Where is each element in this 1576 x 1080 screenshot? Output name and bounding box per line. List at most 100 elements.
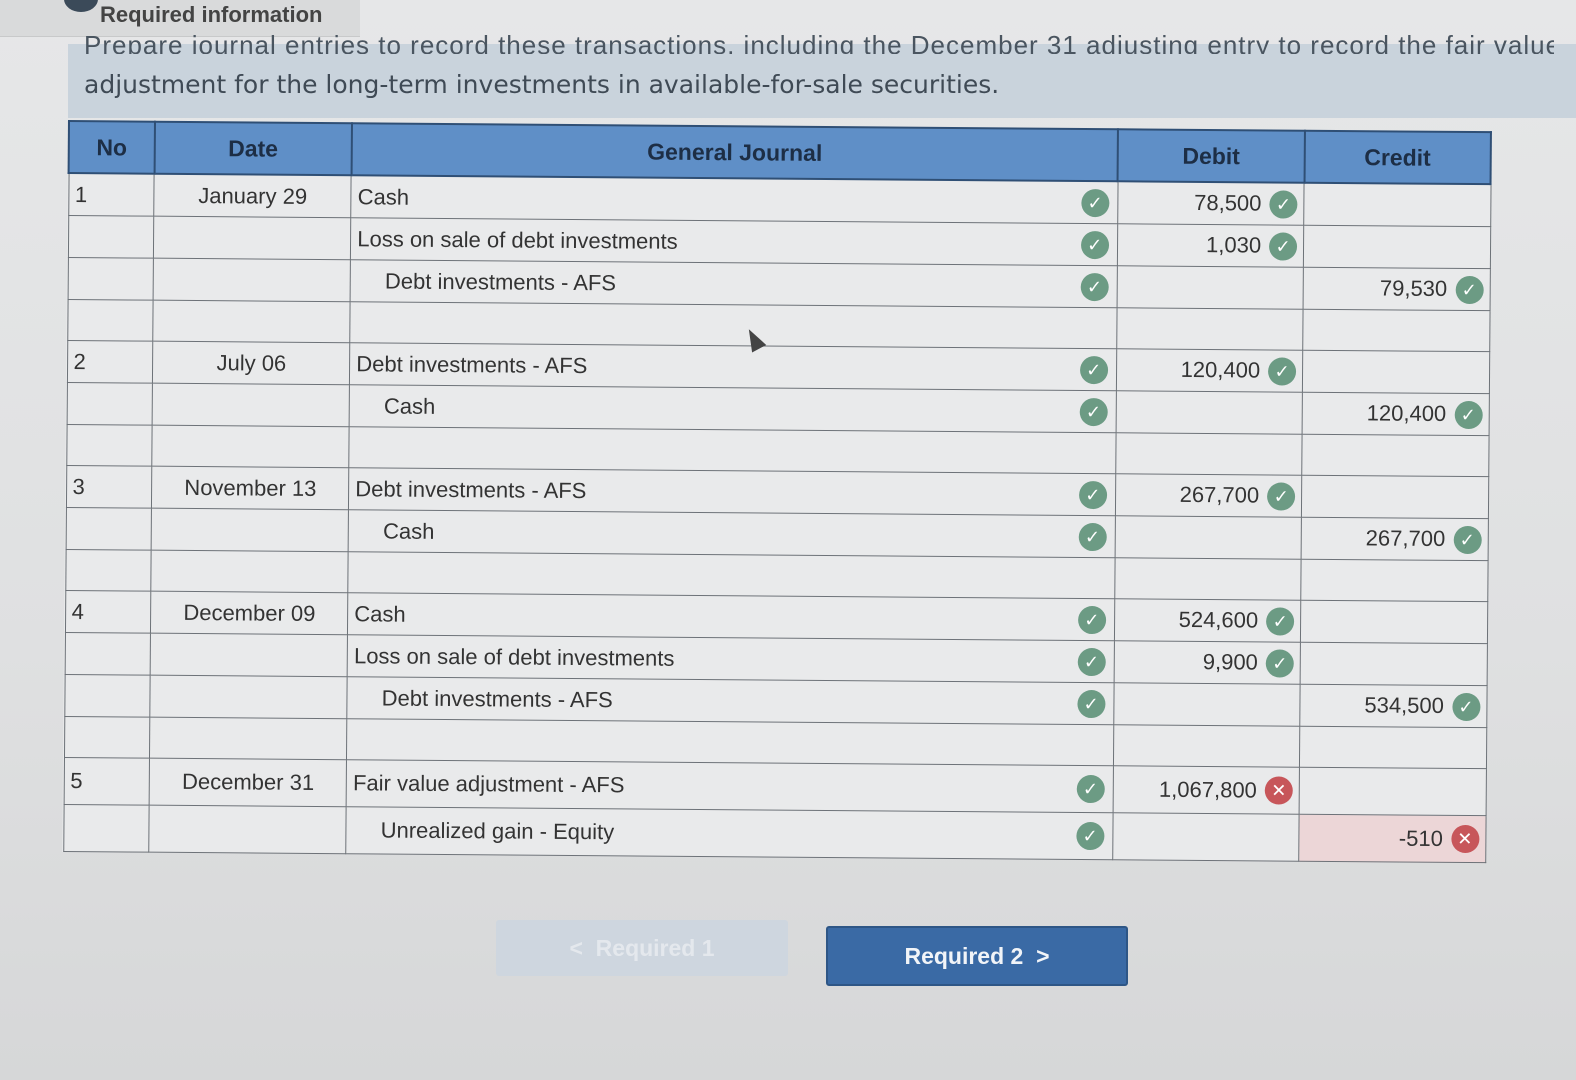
account-name: Debt investments - AFS	[356, 350, 588, 378]
entry-number-cell: 3	[65, 465, 153, 509]
account-cell[interactable]: Debt investments - AFS ✓	[350, 259, 1118, 308]
credit-cell[interactable]	[1302, 350, 1490, 394]
debit-amount: 524,600	[1178, 607, 1259, 633]
date-cell[interactable]	[153, 216, 351, 260]
debit-cell[interactable]: 1,030 ✓	[1117, 223, 1304, 268]
debit-cell[interactable]: 78,500 ✓	[1117, 181, 1305, 226]
debit-cell[interactable]: 267,700 ✓	[1115, 473, 1302, 518]
account-cell[interactable]: Loss on sale of debt investments ✓	[347, 634, 1115, 683]
credit-cell[interactable]	[1303, 182, 1491, 227]
debit-amount: 120,400	[1180, 357, 1261, 383]
credit-amount: 79,530	[1379, 275, 1448, 302]
date-cell[interactable]	[149, 805, 347, 854]
debit-cell[interactable]	[1116, 265, 1304, 310]
empty-cell[interactable]	[152, 425, 350, 468]
date-cell[interactable]: December 09	[150, 591, 349, 635]
debit-cell[interactable]	[1114, 515, 1302, 560]
debit-cell[interactable]: 120,400 ✓	[1116, 348, 1303, 393]
empty-cell[interactable]	[1113, 724, 1300, 768]
check-icon: ✓	[1076, 821, 1105, 851]
date-cell[interactable]	[150, 675, 348, 719]
credit-cell[interactable]: 534,500 ✓	[1299, 684, 1487, 728]
instruction-line-1: Prepare journal entries to record these …	[84, 30, 1554, 54]
account-name: Debt investments - AFS	[384, 267, 617, 295]
check-icon: ✓	[1266, 607, 1295, 636]
debit-cell[interactable]	[1113, 682, 1301, 727]
empty-cell[interactable]	[348, 551, 1115, 599]
account-cell[interactable]: Debt investments - AFS ✓	[349, 342, 1117, 391]
empty-cell[interactable]	[149, 717, 348, 760]
empty-cell[interactable]	[346, 718, 1114, 766]
empty-cell[interactable]	[65, 549, 152, 592]
entry-number-cell	[64, 632, 151, 676]
credit-cell[interactable]: 267,700 ✓	[1301, 517, 1488, 561]
account-cell[interactable]: Cash ✓	[349, 384, 1117, 433]
date-cell[interactable]	[151, 508, 349, 552]
date-cell[interactable]	[152, 383, 350, 427]
entry-number-cell: 5	[63, 757, 150, 806]
section-title: Required information	[100, 2, 323, 27]
empty-cell[interactable]	[66, 424, 153, 467]
empty-cell[interactable]	[1114, 557, 1302, 601]
account-cell[interactable]: Cash ✓	[348, 509, 1116, 558]
account-cell[interactable]: Unrealized gain - Equity ✓	[345, 806, 1113, 860]
account-cell[interactable]: Loss on sale of debt investments ✓	[350, 217, 1118, 266]
debit-cell[interactable]: 1,067,800 ✕	[1112, 765, 1300, 815]
error-icon: ✕	[1264, 776, 1293, 805]
entry-number-cell: 4	[64, 590, 152, 634]
empty-cell[interactable]	[349, 301, 1117, 349]
credit-cell[interactable]: 79,530 ✓	[1303, 267, 1490, 311]
credit-cell[interactable]: -510 ✕	[1298, 814, 1486, 863]
empty-cell[interactable]	[151, 550, 349, 593]
credit-cell[interactable]	[1300, 642, 1487, 686]
entry-number-cell	[66, 382, 153, 426]
date-cell[interactable]: November 13	[151, 466, 349, 510]
empty-cell[interactable]	[153, 300, 351, 343]
credit-amount: 267,700	[1365, 525, 1446, 552]
error-icon: ✕	[1450, 824, 1480, 854]
check-icon: ✓	[1454, 400, 1483, 429]
date-cell[interactable]	[153, 258, 351, 302]
entry-number-cell	[63, 804, 150, 853]
check-icon: ✓	[1078, 480, 1107, 509]
empty-cell[interactable]	[67, 299, 154, 342]
debit-cell[interactable]	[1112, 812, 1300, 862]
account-name: Loss on sale of debt investments	[357, 225, 678, 254]
empty-cell[interactable]	[1116, 307, 1304, 351]
empty-cell[interactable]	[1301, 434, 1489, 477]
empty-cell[interactable]	[1302, 309, 1490, 352]
account-cell[interactable]: Cash ✓	[347, 592, 1115, 641]
date-cell[interactable]: January 29	[154, 173, 352, 218]
required-1-button[interactable]: < Required 1	[496, 920, 788, 976]
account-cell[interactable]: Fair value adjustment - AFS ✓	[346, 759, 1114, 813]
account-cell[interactable]: Debt investments - AFS ✓	[347, 676, 1114, 725]
debit-cell[interactable]: 9,900 ✓	[1113, 640, 1301, 685]
check-icon: ✓	[1078, 522, 1107, 551]
credit-cell[interactable]: 120,400 ✓	[1302, 392, 1489, 436]
credit-cell[interactable]	[1299, 767, 1486, 816]
check-icon: ✓	[1267, 482, 1296, 511]
check-icon: ✓	[1455, 275, 1484, 304]
debit-cell[interactable]: 524,600 ✓	[1114, 598, 1301, 643]
check-icon: ✓	[1268, 357, 1297, 386]
empty-cell[interactable]	[1300, 559, 1488, 602]
debit-cell[interactable]	[1115, 390, 1303, 435]
date-cell[interactable]: July 06	[152, 341, 350, 385]
debit-amount: 1,067,800	[1158, 776, 1257, 803]
empty-cell[interactable]	[63, 716, 151, 759]
required-1-label: Required 1	[595, 935, 715, 961]
credit-cell[interactable]	[1301, 475, 1489, 519]
empty-cell[interactable]	[1299, 726, 1487, 769]
check-icon: ✓	[1453, 525, 1482, 554]
date-cell[interactable]	[150, 633, 348, 677]
account-cell[interactable]: Cash ✓	[350, 175, 1118, 224]
date-cell[interactable]: December 31	[149, 758, 347, 807]
header-debit: Debit	[1117, 129, 1305, 183]
credit-cell[interactable]	[1303, 225, 1491, 269]
info-badge-icon	[64, 0, 98, 12]
credit-cell[interactable]	[1300, 600, 1488, 644]
required-2-button[interactable]: Required 2 >	[826, 926, 1128, 986]
account-cell[interactable]: Debt investments - AFS ✓	[348, 467, 1116, 516]
empty-cell[interactable]	[348, 426, 1116, 474]
empty-cell[interactable]	[1115, 432, 1303, 476]
